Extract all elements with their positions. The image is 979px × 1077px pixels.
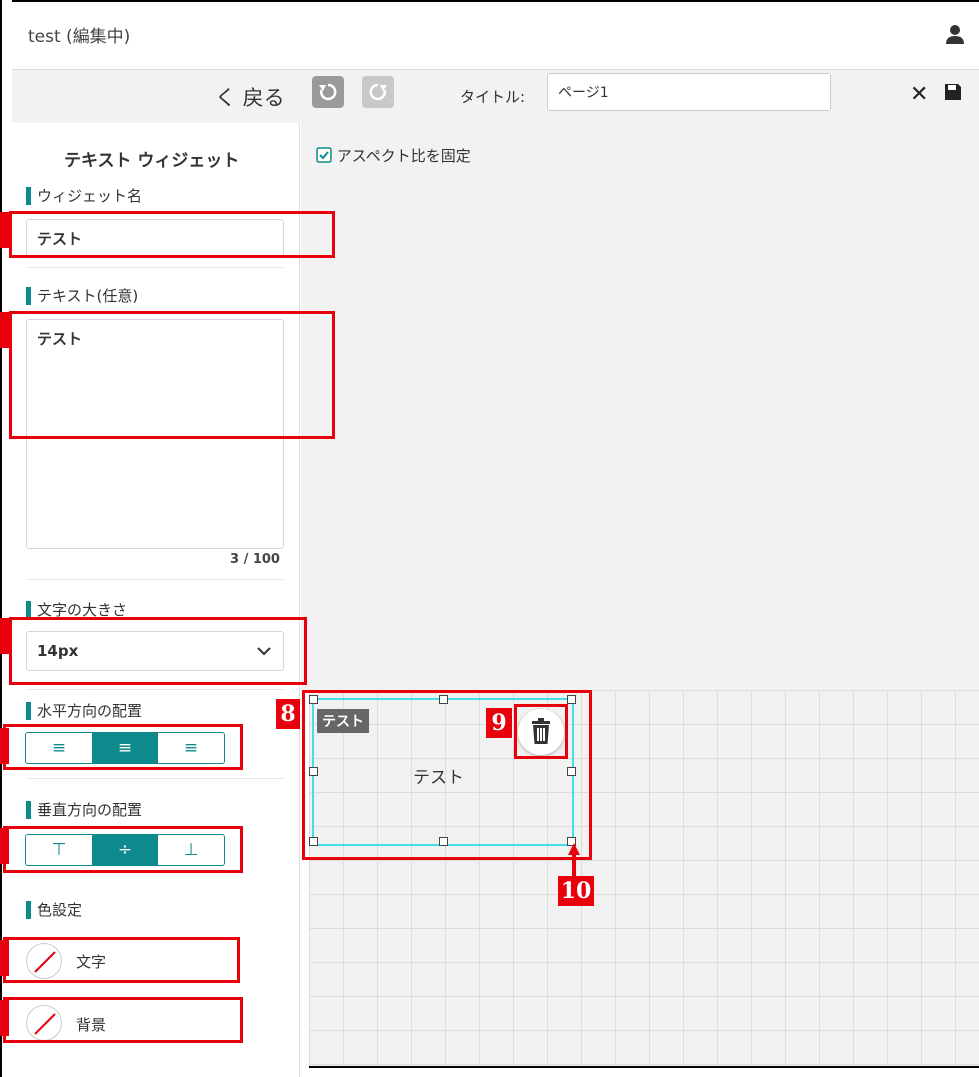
title-label: タイトル: <box>460 88 526 106</box>
marker-stub <box>0 1000 9 1036</box>
annotation-box <box>3 826 243 873</box>
char-counter: 3 / 100 <box>230 552 280 567</box>
app-title: test (編集中) <box>28 27 131 47</box>
horizontal-align-label: 水平方向の配置 <box>26 702 142 720</box>
annotation-box <box>3 997 243 1043</box>
marker-9: 9 <box>486 708 512 738</box>
annotation-box <box>9 311 335 439</box>
vertical-align-label: 垂直方向の配置 <box>26 801 142 819</box>
color-settings-label: 色設定 <box>26 901 82 919</box>
checkbox-checked-icon <box>316 147 332 163</box>
arrow-up-icon <box>568 843 580 879</box>
marker-stub <box>0 728 9 764</box>
save-icon[interactable] <box>944 83 962 101</box>
canvas-area <box>301 123 979 690</box>
divider <box>26 267 284 268</box>
marker-8: 8 <box>276 699 300 729</box>
marker-10: 10 <box>558 876 594 906</box>
aspect-lock-label: アスペクト比を固定 <box>336 147 471 165</box>
redo-icon <box>369 83 387 101</box>
frame-border <box>0 0 12 1077</box>
aspect-lock-checkbox[interactable]: アスペクト比を固定 <box>316 145 471 166</box>
sidebar-heading: テキスト ウィジェット <box>64 151 240 171</box>
annotation-box <box>514 704 568 759</box>
text-label: テキスト(任意) <box>26 287 138 305</box>
undo-icon <box>319 83 337 101</box>
marker-stub <box>0 212 9 248</box>
title-input[interactable] <box>547 73 831 111</box>
divider <box>26 778 284 779</box>
annotation-box <box>9 617 307 685</box>
marker-stub <box>0 940 9 976</box>
marker-stub <box>0 618 9 654</box>
user-icon[interactable] <box>946 24 964 44</box>
close-icon[interactable]: ✕ <box>910 82 928 107</box>
undo-button[interactable] <box>312 76 344 108</box>
annotation-box <box>9 211 335 258</box>
annotation-box <box>3 937 240 983</box>
annotation-box <box>3 724 243 770</box>
redo-button[interactable] <box>362 76 394 108</box>
divider <box>26 579 284 580</box>
app-header <box>12 0 979 70</box>
marker-stub <box>0 312 9 348</box>
divider <box>26 689 284 690</box>
marker-stub <box>0 828 9 864</box>
back-button[interactable]: く 戻る <box>215 82 285 112</box>
widget-name-label: ウィジェット名 <box>26 187 142 205</box>
